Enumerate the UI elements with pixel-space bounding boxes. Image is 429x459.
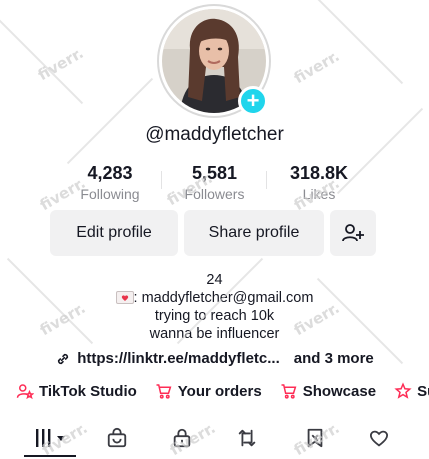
bio-line-influencer: wanna be influencer — [149, 326, 280, 342]
stat-following[interactable]: 4,283 Following — [62, 163, 158, 202]
person-star-icon — [16, 384, 34, 400]
stats-row: 4,283 Following 5,581 Followers 318.8K L… — [62, 163, 367, 202]
grid-icon — [36, 429, 65, 447]
subscription-label: Su — [417, 382, 429, 400]
stat-divider — [161, 171, 162, 189]
tab-private[interactable] — [167, 425, 197, 451]
share-profile-button[interactable]: Share profile — [184, 210, 324, 256]
tab-reposts[interactable] — [232, 425, 262, 451]
bio-line-goal: trying to reach 10k — [154, 308, 275, 324]
bio: 24 : maddyfletcher@gmail.com trying to r… — [0, 271, 429, 343]
active-tab-indicator — [24, 455, 76, 457]
repost-icon — [238, 429, 256, 447]
link-more[interactable]: and 3 more — [294, 350, 374, 367]
tab-videos[interactable] — [32, 425, 72, 451]
add-friends-button[interactable] — [330, 210, 376, 256]
link-icon — [58, 353, 69, 364]
profile-actions: Edit profile Share profile — [50, 210, 376, 256]
heart-icon — [369, 430, 389, 447]
stat-followers[interactable]: 5,581 Followers — [167, 163, 263, 202]
followers-count: 5,581 — [191, 163, 238, 183]
link-url[interactable]: https://linktr.ee/maddyfletc... — [77, 350, 280, 367]
profile-tabs — [0, 421, 429, 459]
your-orders-button[interactable]: Your orders — [155, 382, 262, 400]
love-letter-icon — [115, 291, 134, 309]
star-icon — [394, 382, 412, 399]
add-avatar-button[interactable]: + — [238, 86, 268, 116]
bookmark-icon — [307, 428, 323, 448]
plus-icon: + — [246, 88, 260, 113]
subscription-button[interactable]: Su — [394, 382, 429, 400]
watermark-text: fiverr. — [34, 43, 87, 85]
stat-divider — [266, 171, 267, 189]
bio-email-text: : maddyfletcher@gmail.com — [133, 290, 314, 306]
bio-line-age: 24 — [206, 272, 223, 288]
bio-link[interactable]: https://linktr.ee/maddyfletc... and 3 mo… — [0, 350, 429, 367]
lock-icon — [173, 428, 191, 448]
tiktok-studio-label: TikTok Studio — [39, 382, 137, 400]
showcase-button[interactable]: Showcase — [280, 382, 376, 400]
username: @maddyfletcher — [145, 124, 284, 145]
edit-profile-button[interactable]: Edit profile — [50, 210, 178, 256]
following-label: Following — [80, 186, 140, 202]
showcase-label: Showcase — [302, 382, 377, 400]
tiktok-studio-button[interactable]: TikTok Studio — [16, 382, 137, 400]
shopping-cart-icon — [281, 384, 297, 399]
followers-label: Followers — [184, 186, 245, 202]
bio-line-email: : maddyfletcher@gmail.com — [0, 289, 429, 307]
add-person-icon — [342, 224, 364, 242]
creator-tools-row: TikTok Studio Your orders Showcase Su — [16, 382, 429, 400]
tab-shop[interactable] — [102, 425, 132, 451]
tab-liked[interactable] — [364, 425, 394, 451]
your-orders-label: Your orders — [177, 382, 262, 400]
shopping-cart-icon — [156, 384, 172, 399]
bag-icon — [107, 427, 127, 448]
stat-likes[interactable]: 318.8K Likes — [271, 163, 367, 202]
likes-label: Likes — [302, 186, 336, 202]
tab-favorites[interactable] — [300, 425, 330, 451]
following-count: 4,283 — [87, 163, 133, 183]
likes-count: 318.8K — [289, 163, 349, 183]
watermark-text: fiverr. — [290, 46, 343, 88]
